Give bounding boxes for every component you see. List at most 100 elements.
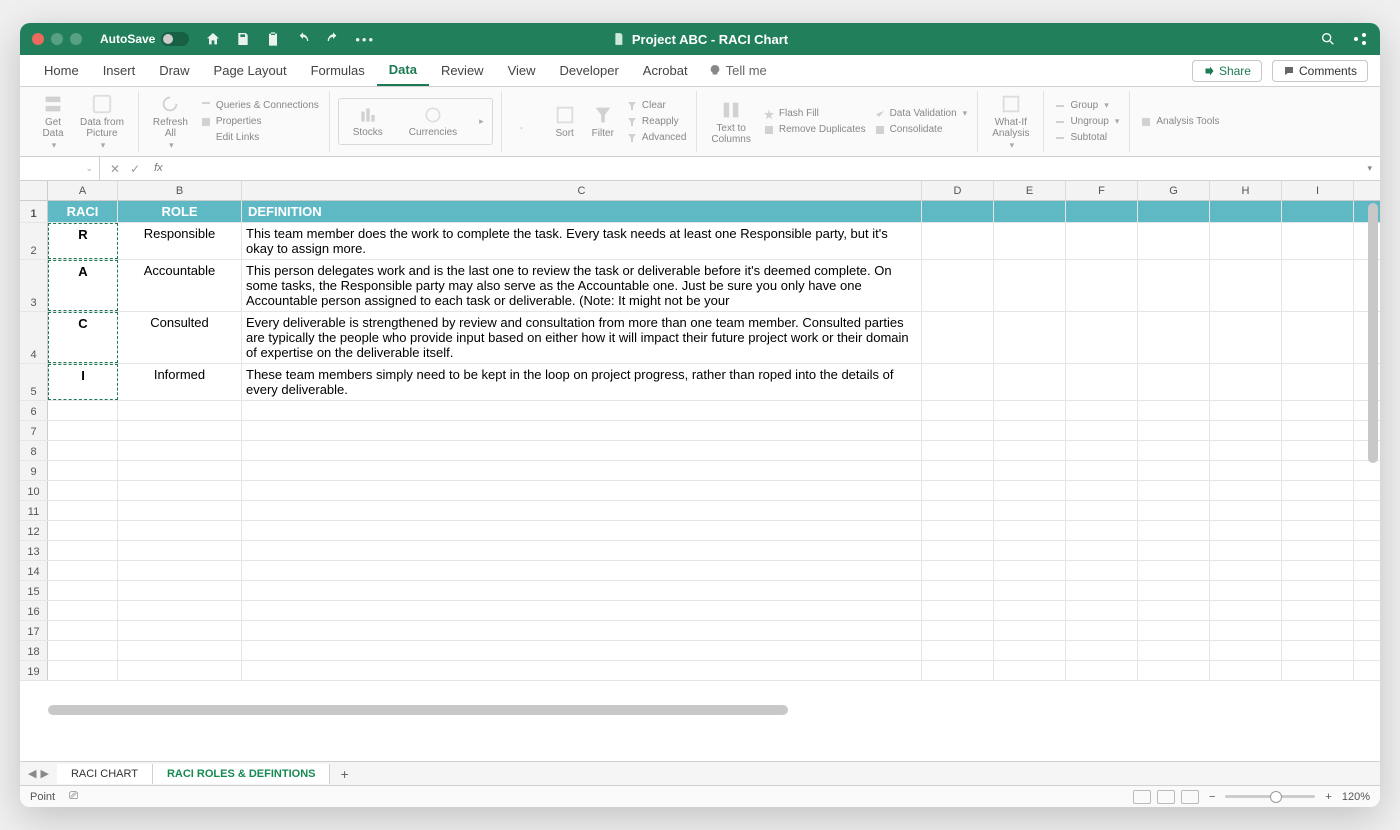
row-header-15[interactable]: 15 [20,581,48,600]
cell-E12[interactable] [994,521,1066,540]
column-header-C[interactable]: C [242,181,922,200]
data-types-more[interactable]: ▸ [479,116,484,127]
cell-F5[interactable] [1066,364,1138,400]
cell-I12[interactable] [1282,521,1354,540]
cell-E9[interactable] [994,461,1066,480]
tab-insert[interactable]: Insert [91,55,148,86]
cell-I19[interactable] [1282,661,1354,680]
cell-A9[interactable] [48,461,118,480]
cell-G16[interactable] [1138,601,1210,620]
advanced-filter-button[interactable]: Advanced [624,131,688,145]
cell-E13[interactable] [994,541,1066,560]
cell-C2[interactable]: This team member does the work to comple… [242,223,922,259]
formula-input[interactable] [173,157,1368,180]
cell-G4[interactable] [1138,312,1210,363]
zoom-dot[interactable] [70,33,82,45]
cell-C15[interactable] [242,581,922,600]
zoom-level[interactable]: 120% [1342,791,1370,803]
cell-A10[interactable] [48,481,118,500]
cell-A16[interactable] [48,601,118,620]
column-header-D[interactable]: D [922,181,994,200]
cell-D5[interactable] [922,364,994,400]
cell-B13[interactable] [118,541,242,560]
row-header-4[interactable]: 4 [20,312,48,363]
column-header-G[interactable]: G [1138,181,1210,200]
cell-F6[interactable] [1066,401,1138,420]
ungroup-button[interactable]: Ungroup▾ [1052,115,1121,129]
stocks-button[interactable]: Stocks [347,103,389,140]
filter-button[interactable]: Filter [586,102,620,141]
cell-E2[interactable] [994,223,1066,259]
cell-H13[interactable] [1210,541,1282,560]
row-header-8[interactable]: 8 [20,441,48,460]
cell-D19[interactable] [922,661,994,680]
column-header-I[interactable]: I [1282,181,1354,200]
redo-icon[interactable] [325,31,341,47]
cell-D1[interactable] [922,201,994,222]
cell-H4[interactable] [1210,312,1282,363]
reapply-button[interactable]: Reapply [624,115,688,129]
cell-G15[interactable] [1138,581,1210,600]
cell-C8[interactable] [242,441,922,460]
cell-A2[interactable]: R [48,223,118,259]
cell-D16[interactable] [922,601,994,620]
minimize-dot[interactable] [51,33,63,45]
cell-F13[interactable] [1066,541,1138,560]
data-validation-button[interactable]: Data Validation▾ [872,107,970,121]
cell-D10[interactable] [922,481,994,500]
column-header-F[interactable]: F [1066,181,1138,200]
cell-D3[interactable] [922,260,994,311]
cell-B9[interactable] [118,461,242,480]
spreadsheet-grid[interactable]: ABCDEFGHI 1RACIROLEDEFINITION2RResponsib… [20,181,1380,761]
group-button[interactable]: Group▾ [1052,99,1121,113]
clipboard-icon[interactable] [265,31,281,47]
cell-C19[interactable] [242,661,922,680]
undo-icon[interactable] [295,31,311,47]
autosave-toggle[interactable]: AutoSave [100,32,189,46]
text-to-columns-button[interactable]: Text to Columns [705,97,756,147]
close-dot[interactable] [32,33,44,45]
row-header-12[interactable]: 12 [20,521,48,540]
cell-G10[interactable] [1138,481,1210,500]
remove-duplicates-button[interactable]: Remove Duplicates [761,123,868,137]
cell-A18[interactable] [48,641,118,660]
cell-F8[interactable] [1066,441,1138,460]
cell-C1[interactable]: DEFINITION [242,201,922,222]
row-header-10[interactable]: 10 [20,481,48,500]
sheet-next-icon[interactable]: ▶ [40,767,48,780]
cell-H5[interactable] [1210,364,1282,400]
cell-H8[interactable] [1210,441,1282,460]
cell-G1[interactable] [1138,201,1210,222]
cell-B18[interactable] [118,641,242,660]
cell-F1[interactable] [1066,201,1138,222]
cell-H14[interactable] [1210,561,1282,580]
cell-D15[interactable] [922,581,994,600]
sheet-prev-icon[interactable]: ◀ [28,767,36,780]
cell-H12[interactable] [1210,521,1282,540]
share-icon[interactable] [1352,31,1368,47]
cell-I14[interactable] [1282,561,1354,580]
cell-C18[interactable] [242,641,922,660]
row-header-13[interactable]: 13 [20,541,48,560]
cell-C4[interactable]: Every deliverable is strengthened by rev… [242,312,922,363]
cell-B10[interactable] [118,481,242,500]
cell-D4[interactable] [922,312,994,363]
cell-E19[interactable] [994,661,1066,680]
name-box[interactable]: ⌄ [20,157,100,180]
zoom-slider[interactable] [1225,795,1315,798]
cell-E1[interactable] [994,201,1066,222]
cell-B1[interactable]: ROLE [118,201,242,222]
cell-B2[interactable]: Responsible [118,223,242,259]
cell-D2[interactable] [922,223,994,259]
cell-D17[interactable] [922,621,994,640]
cell-G11[interactable] [1138,501,1210,520]
cell-D7[interactable] [922,421,994,440]
cell-A13[interactable] [48,541,118,560]
cell-I1[interactable] [1282,201,1354,222]
row-header-18[interactable]: 18 [20,641,48,660]
data-types-gallery[interactable]: Stocks Currencies ▸ [338,98,493,145]
cell-D9[interactable] [922,461,994,480]
tab-home[interactable]: Home [32,55,91,86]
tab-acrobat[interactable]: Acrobat [631,55,700,86]
sort-asc-button[interactable] [510,109,544,135]
